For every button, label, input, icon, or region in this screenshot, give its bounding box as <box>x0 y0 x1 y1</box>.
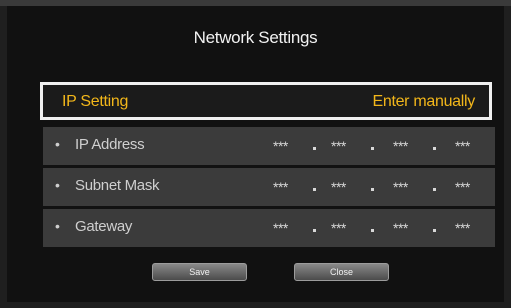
ip-setting-value: Enter manually <box>372 93 475 110</box>
ip-setting-row[interactable]: IP Setting Enter manually <box>40 82 492 120</box>
octet-separator <box>313 147 316 150</box>
subnet-mask-row[interactable]: • Subnet Mask *** *** *** *** <box>43 168 495 206</box>
octet-separator <box>433 147 436 150</box>
gateway-octet-4[interactable]: *** <box>455 220 470 236</box>
subnet-mask-octet-1[interactable]: *** <box>273 179 288 195</box>
subnet-mask-octet-3[interactable]: *** <box>393 179 408 195</box>
close-button[interactable]: Close <box>294 263 389 281</box>
ip-address-octet-2[interactable]: *** <box>331 138 346 154</box>
bullet: • <box>55 218 60 234</box>
save-button[interactable]: Save <box>152 263 247 281</box>
ip-address-octet-4[interactable]: *** <box>455 138 470 154</box>
gateway-row[interactable]: • Gateway *** *** *** *** <box>43 209 495 247</box>
ip-address-row[interactable]: • IP Address *** *** *** *** <box>43 127 495 165</box>
ip-address-label: IP Address <box>75 136 145 153</box>
octet-separator <box>433 229 436 232</box>
octet-separator <box>313 229 316 232</box>
ip-address-octet-1[interactable]: *** <box>273 138 288 154</box>
ip-address-octet-3[interactable]: *** <box>393 138 408 154</box>
octet-separator <box>371 229 374 232</box>
gateway-label: Gateway <box>75 218 133 235</box>
subnet-mask-octet-4[interactable]: *** <box>455 179 470 195</box>
octet-separator <box>433 188 436 191</box>
screen-frame: Network Settings IP Setting Enter manual… <box>0 0 511 308</box>
octet-separator <box>313 188 316 191</box>
octet-separator <box>371 188 374 191</box>
gateway-octet-3[interactable]: *** <box>393 220 408 236</box>
ip-setting-label: IP Setting <box>62 93 129 110</box>
dialog-title: Network Settings <box>193 28 318 47</box>
bullet: • <box>55 136 60 152</box>
subnet-mask-label: Subnet Mask <box>75 177 160 194</box>
octet-separator <box>371 147 374 150</box>
gateway-octet-2[interactable]: *** <box>331 220 346 236</box>
subnet-mask-octet-2[interactable]: *** <box>331 179 346 195</box>
gateway-octet-1[interactable]: *** <box>273 220 288 236</box>
bullet: • <box>55 177 60 193</box>
